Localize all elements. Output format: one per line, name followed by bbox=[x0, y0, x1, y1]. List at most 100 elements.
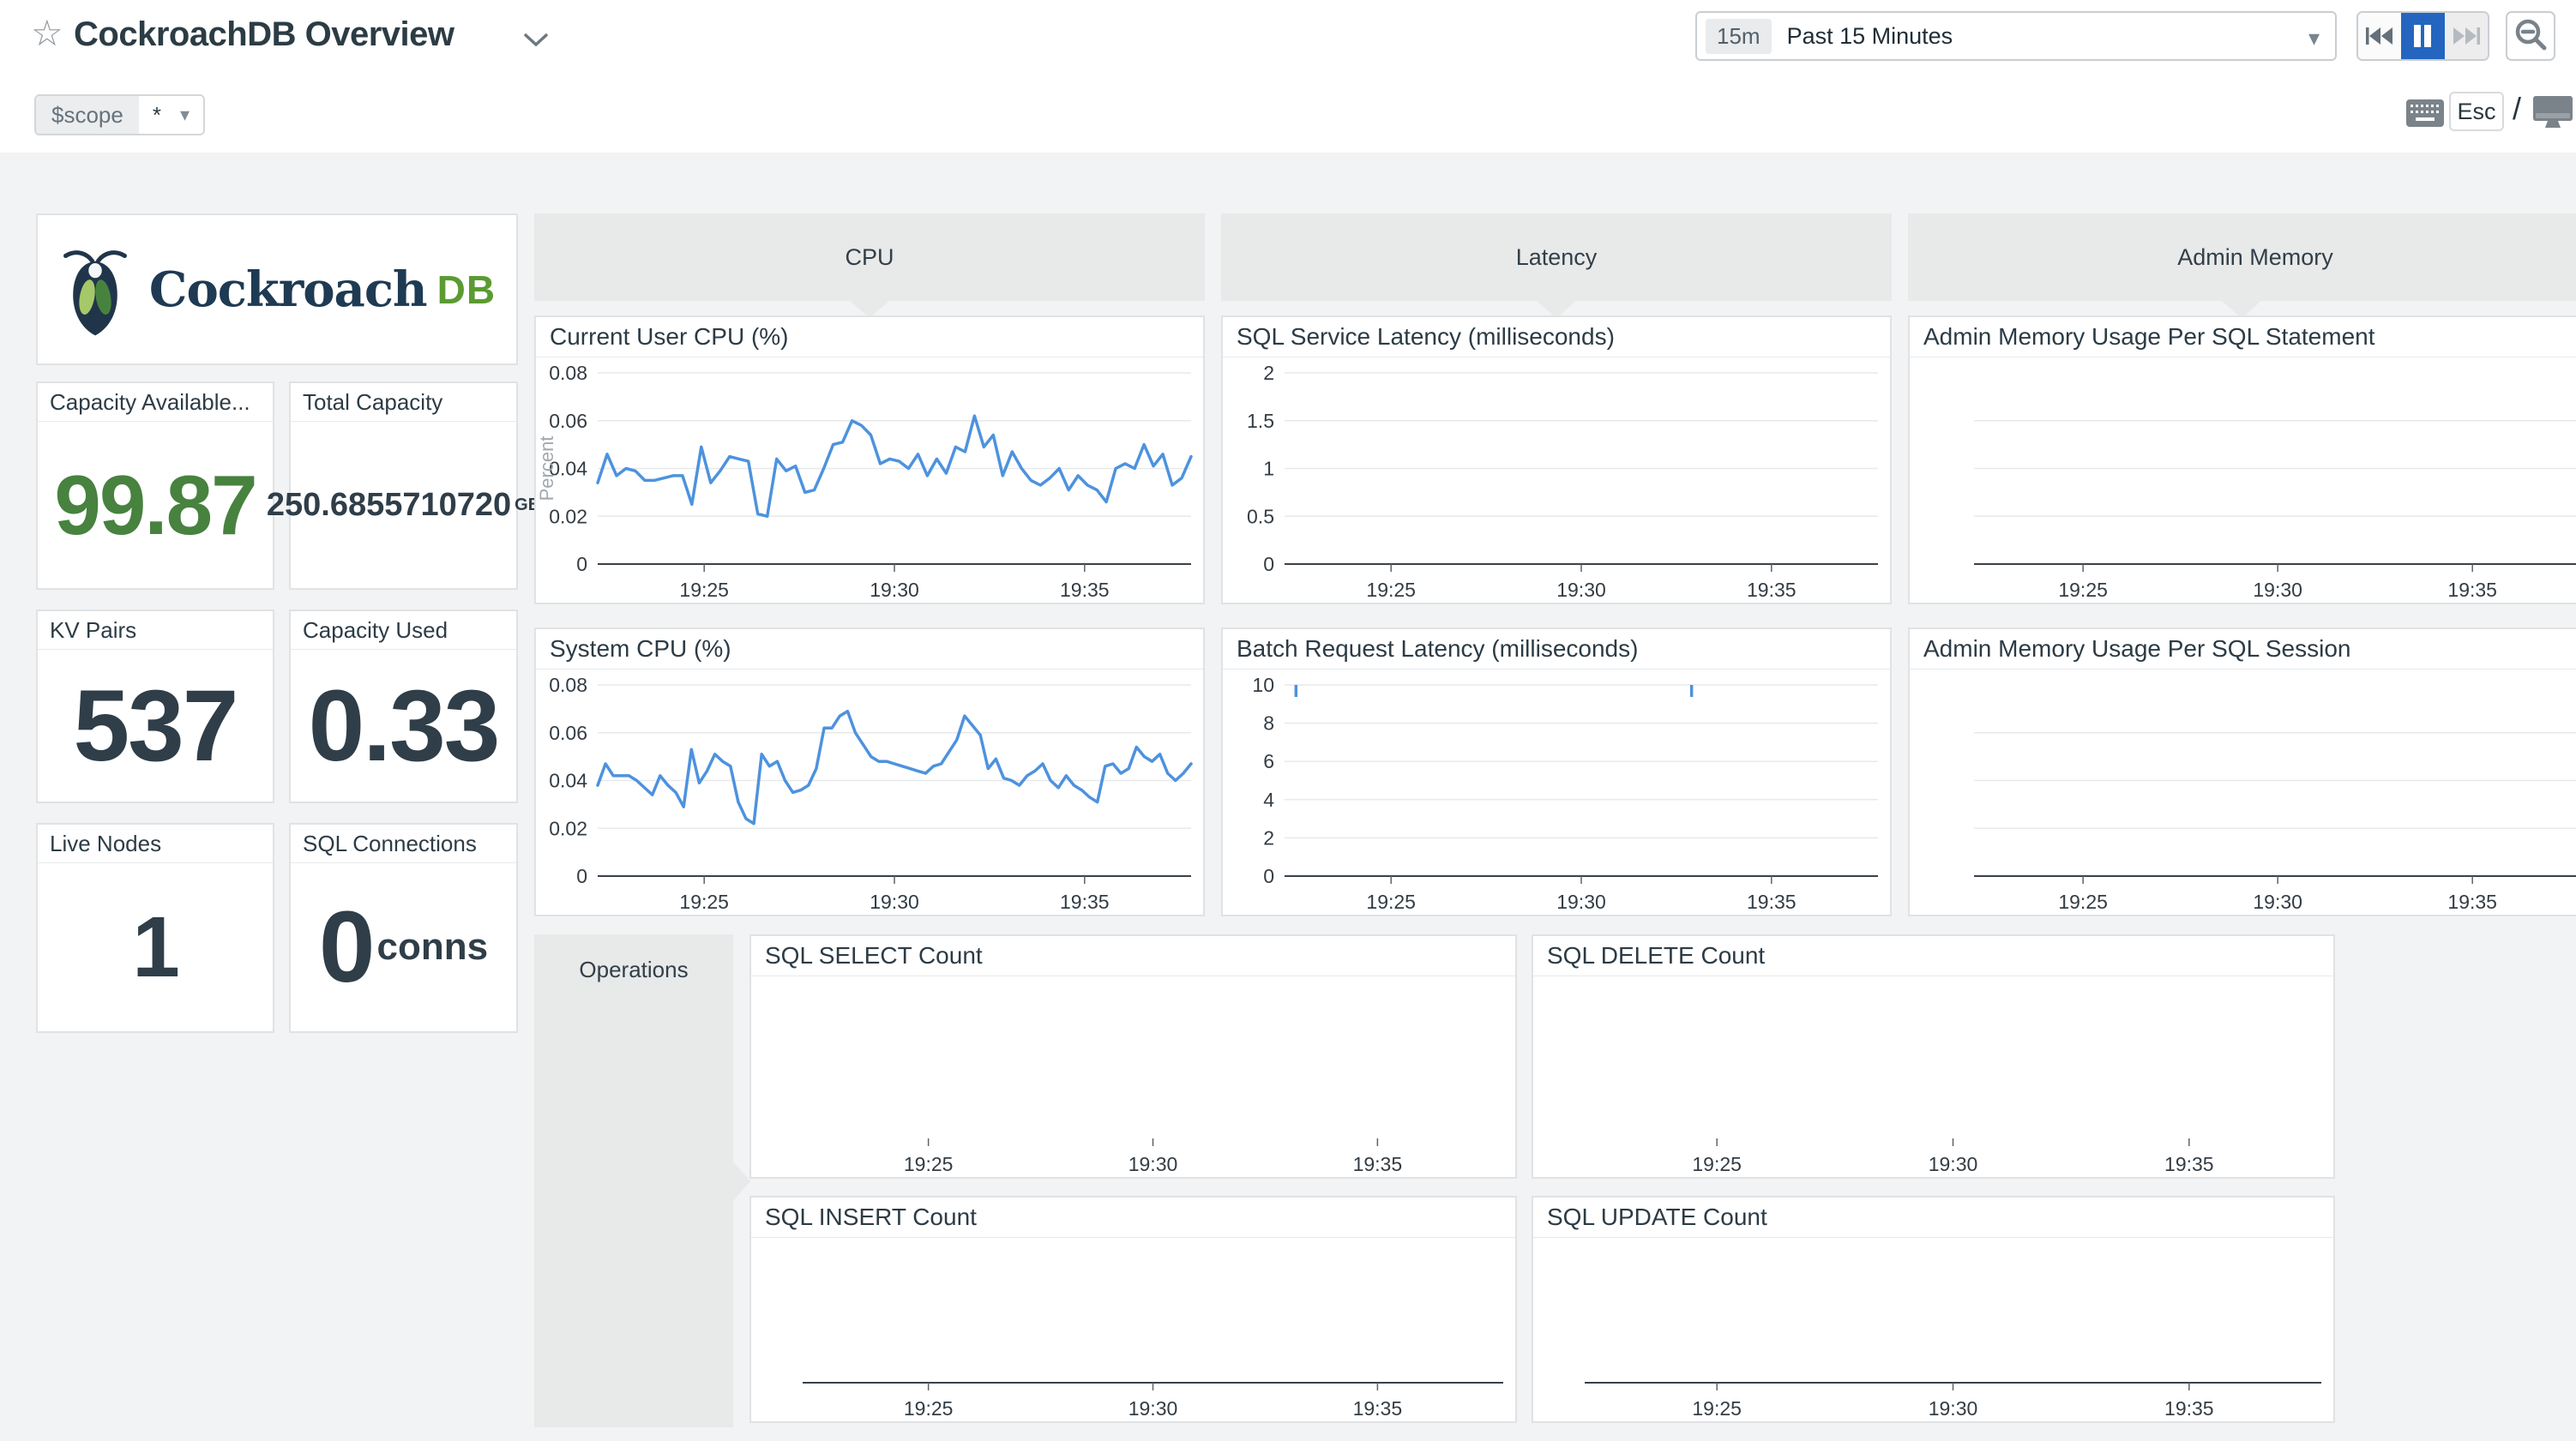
svg-text:19:25: 19:25 bbox=[679, 891, 729, 913]
chart-sql-delete-count[interactable]: SQL DELETE Count 19:2519:3019:35 bbox=[1532, 934, 2335, 1179]
svg-text:8: 8 bbox=[1263, 712, 1274, 735]
metric-value: 250.6855710720 bbox=[267, 489, 511, 521]
rewind-button[interactable] bbox=[2358, 13, 2401, 59]
chart-batch-request-latency[interactable]: Batch Request Latency (milliseconds) 024… bbox=[1221, 627, 1892, 916]
metric-kv-pairs[interactable]: KV Pairs 537 bbox=[36, 609, 274, 803]
current-user-cpu-plot: 00.020.040.060.0819:2519:3019:35Percent bbox=[536, 357, 1203, 603]
title-chevron-down-icon[interactable] bbox=[521, 31, 551, 54]
svg-text:19:35: 19:35 bbox=[1747, 579, 1797, 601]
svg-text:0.06: 0.06 bbox=[549, 722, 587, 744]
svg-text:0.06: 0.06 bbox=[549, 410, 587, 432]
svg-text:10: 10 bbox=[1252, 674, 1274, 696]
favorite-star-icon[interactable]: ☆ bbox=[31, 15, 63, 51]
chart-system-cpu[interactable]: System CPU (%) 00.020.040.060.0819:2519:… bbox=[534, 627, 1205, 916]
svg-text:0.08: 0.08 bbox=[549, 362, 587, 384]
chart-title: SQL Service Latency (milliseconds) bbox=[1223, 317, 1890, 357]
chart-sql-select-count[interactable]: SQL SELECT Count 19:2519:3019:35 bbox=[749, 934, 1517, 1179]
chart-title: Current User CPU (%) bbox=[536, 317, 1203, 357]
zoom-out-button[interactable] bbox=[2506, 11, 2555, 61]
svg-text:Percent: Percent bbox=[536, 436, 557, 501]
svg-text:19:30: 19:30 bbox=[870, 579, 919, 601]
chart-admin-memory-per-session[interactable]: Admin Memory Usage Per SQL Session 19:25… bbox=[1908, 627, 2576, 916]
chart-title: SQL DELETE Count bbox=[1533, 936, 2333, 976]
cockroachdb-logo-icon bbox=[58, 240, 132, 339]
cockroachdb-logo-card: Cockroach DB bbox=[36, 213, 518, 365]
pause-button[interactable] bbox=[2401, 13, 2444, 59]
chart-title: Batch Request Latency (milliseconds) bbox=[1223, 629, 1890, 669]
group-arrow-right bbox=[732, 1161, 750, 1202]
time-range-badge: 15m bbox=[1706, 19, 1772, 54]
svg-text:0: 0 bbox=[1263, 553, 1274, 575]
metric-total-capacity[interactable]: Total Capacity 250.6855710720 GB bbox=[289, 381, 518, 590]
svg-text:19:30: 19:30 bbox=[2253, 891, 2302, 913]
metric-live-nodes[interactable]: Live Nodes 1 bbox=[36, 823, 274, 1033]
svg-text:19:35: 19:35 bbox=[1353, 1153, 1403, 1175]
svg-text:19:25: 19:25 bbox=[1366, 579, 1416, 601]
svg-text:0.02: 0.02 bbox=[549, 505, 587, 527]
esc-key-button[interactable]: Esc bbox=[2449, 92, 2504, 131]
group-header-operations[interactable]: Operations bbox=[534, 934, 733, 1427]
svg-text:19:35: 19:35 bbox=[1060, 579, 1110, 601]
svg-text:19:30: 19:30 bbox=[1129, 1153, 1178, 1175]
metric-title: Live Nodes bbox=[38, 825, 273, 863]
metric-capacity-used[interactable]: Capacity Used 0.33 bbox=[289, 609, 518, 803]
sql-insert-count-plot: 19:2519:3019:35 bbox=[751, 1238, 1515, 1422]
chart-sql-insert-count[interactable]: SQL INSERT Count 19:2519:3019:35 bbox=[749, 1196, 1517, 1423]
logo-word: Cockroach bbox=[149, 261, 427, 318]
svg-text:19:25: 19:25 bbox=[904, 1153, 954, 1175]
svg-text:0.5: 0.5 bbox=[1247, 505, 1274, 527]
chart-sql-update-count[interactable]: SQL UPDATE Count 19:25 19:30 19:35 bbox=[1532, 1196, 2335, 1423]
sql-service-latency-plot: 0 0.5 1 1.5 2 19:25 19:30 19:35 bbox=[1223, 357, 1890, 603]
svg-text:19:35: 19:35 bbox=[2164, 1153, 2214, 1175]
group-label: Operations bbox=[534, 957, 733, 983]
chart-title: System CPU (%) bbox=[536, 629, 1203, 669]
group-header-latency[interactable]: Latency bbox=[1221, 213, 1892, 301]
fast-forward-button[interactable] bbox=[2445, 13, 2488, 59]
svg-text:0.08: 0.08 bbox=[549, 674, 587, 696]
group-header-cpu[interactable]: CPU bbox=[534, 213, 1205, 301]
metric-title: Capacity Used bbox=[291, 611, 516, 650]
admin-memory-per-session-plot: 19:2519:3019:35 bbox=[1910, 669, 2576, 916]
scope-template-variable[interactable]: $scope * ▾ bbox=[34, 94, 205, 135]
svg-text:19:30: 19:30 bbox=[1556, 579, 1606, 601]
metric-unit: conns bbox=[377, 928, 489, 966]
svg-text:1: 1 bbox=[1263, 458, 1274, 480]
time-range-select[interactable]: 15m Past 15 Minutes ▾ bbox=[1695, 11, 2337, 61]
sql-update-count-plot: 19:25 19:30 19:35 bbox=[1533, 1238, 2333, 1422]
metric-sql-connections[interactable]: SQL Connections 0 conns bbox=[289, 823, 518, 1033]
chart-admin-memory-per-statement[interactable]: Admin Memory Usage Per SQL Statement 19:… bbox=[1908, 315, 2576, 604]
svg-text:19:30: 19:30 bbox=[1929, 1397, 1978, 1420]
chart-title: Admin Memory Usage Per SQL Statement bbox=[1910, 317, 2576, 357]
keyboard-shortcuts-icon[interactable] bbox=[2406, 99, 2444, 131]
scope-value-dropdown[interactable]: * ▾ bbox=[139, 96, 203, 134]
zoom-out-icon bbox=[2512, 17, 2549, 55]
svg-text:1.5: 1.5 bbox=[1247, 410, 1274, 432]
timeline-controls bbox=[2356, 11, 2489, 61]
svg-text:19:30: 19:30 bbox=[2253, 579, 2302, 601]
group-label: Admin Memory bbox=[2177, 244, 2333, 271]
svg-text:19:25: 19:25 bbox=[2058, 891, 2108, 913]
chart-title: SQL UPDATE Count bbox=[1533, 1198, 2333, 1238]
admin-memory-per-statement-plot: 19:2519:3019:35 bbox=[1910, 357, 2576, 603]
svg-text:19:25: 19:25 bbox=[1366, 891, 1416, 913]
chart-sql-service-latency[interactable]: SQL Service Latency (milliseconds) 0 0.5 1… bbox=[1221, 315, 1892, 604]
svg-text:19:25: 19:25 bbox=[679, 579, 729, 601]
svg-text:19:35: 19:35 bbox=[1747, 891, 1797, 913]
svg-text:19:25: 19:25 bbox=[1692, 1397, 1742, 1420]
esc-key-label: Esc bbox=[2457, 99, 2495, 125]
svg-text:19:35: 19:35 bbox=[2164, 1397, 2214, 1420]
group-label: Latency bbox=[1516, 244, 1598, 271]
svg-text:0.04: 0.04 bbox=[549, 770, 587, 792]
chart-current-user-cpu[interactable]: Current User CPU (%) 00.020.040.060.0819… bbox=[534, 315, 1205, 604]
svg-text:2: 2 bbox=[1263, 362, 1274, 384]
svg-text:2: 2 bbox=[1263, 826, 1274, 849]
scope-value: * bbox=[153, 102, 161, 129]
page-title: CockroachDB Overview bbox=[74, 15, 454, 54]
fast-forward-icon bbox=[2452, 25, 2481, 47]
sql-delete-count-plot: 19:2519:3019:35 bbox=[1533, 976, 2333, 1178]
fullscreen-monitor-icon[interactable] bbox=[2533, 96, 2573, 135]
group-header-admin-memory[interactable]: Admin Memory bbox=[1908, 213, 2576, 301]
metric-value: 99.87 bbox=[54, 463, 256, 547]
metric-value: 1 bbox=[132, 904, 178, 990]
metric-capacity-available[interactable]: Capacity Available... 99.87 bbox=[36, 381, 274, 590]
